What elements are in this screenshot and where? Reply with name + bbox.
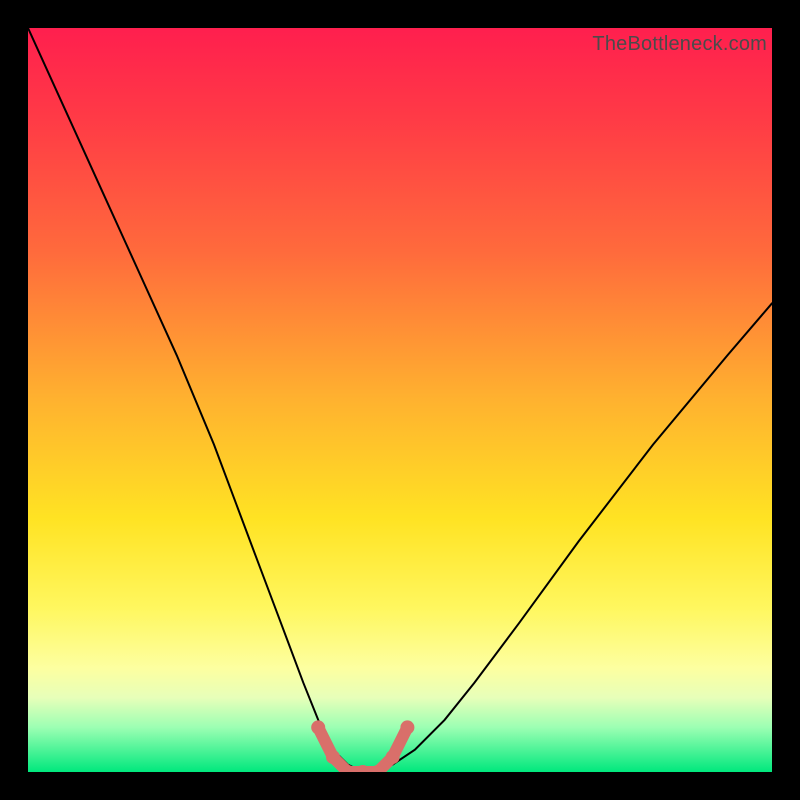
- valley-marker-dot: [386, 750, 400, 764]
- bottleneck-curve: [28, 28, 772, 772]
- valley-marker-dot: [400, 720, 414, 734]
- chart-plot-area: [28, 28, 772, 772]
- chart-svg: [28, 28, 772, 772]
- valley-marker-dot: [326, 750, 340, 764]
- valley-marker-dot: [311, 720, 325, 734]
- watermark-label: TheBottleneck.com: [592, 33, 767, 56]
- chart-frame: TheBottleneck.com: [0, 0, 800, 800]
